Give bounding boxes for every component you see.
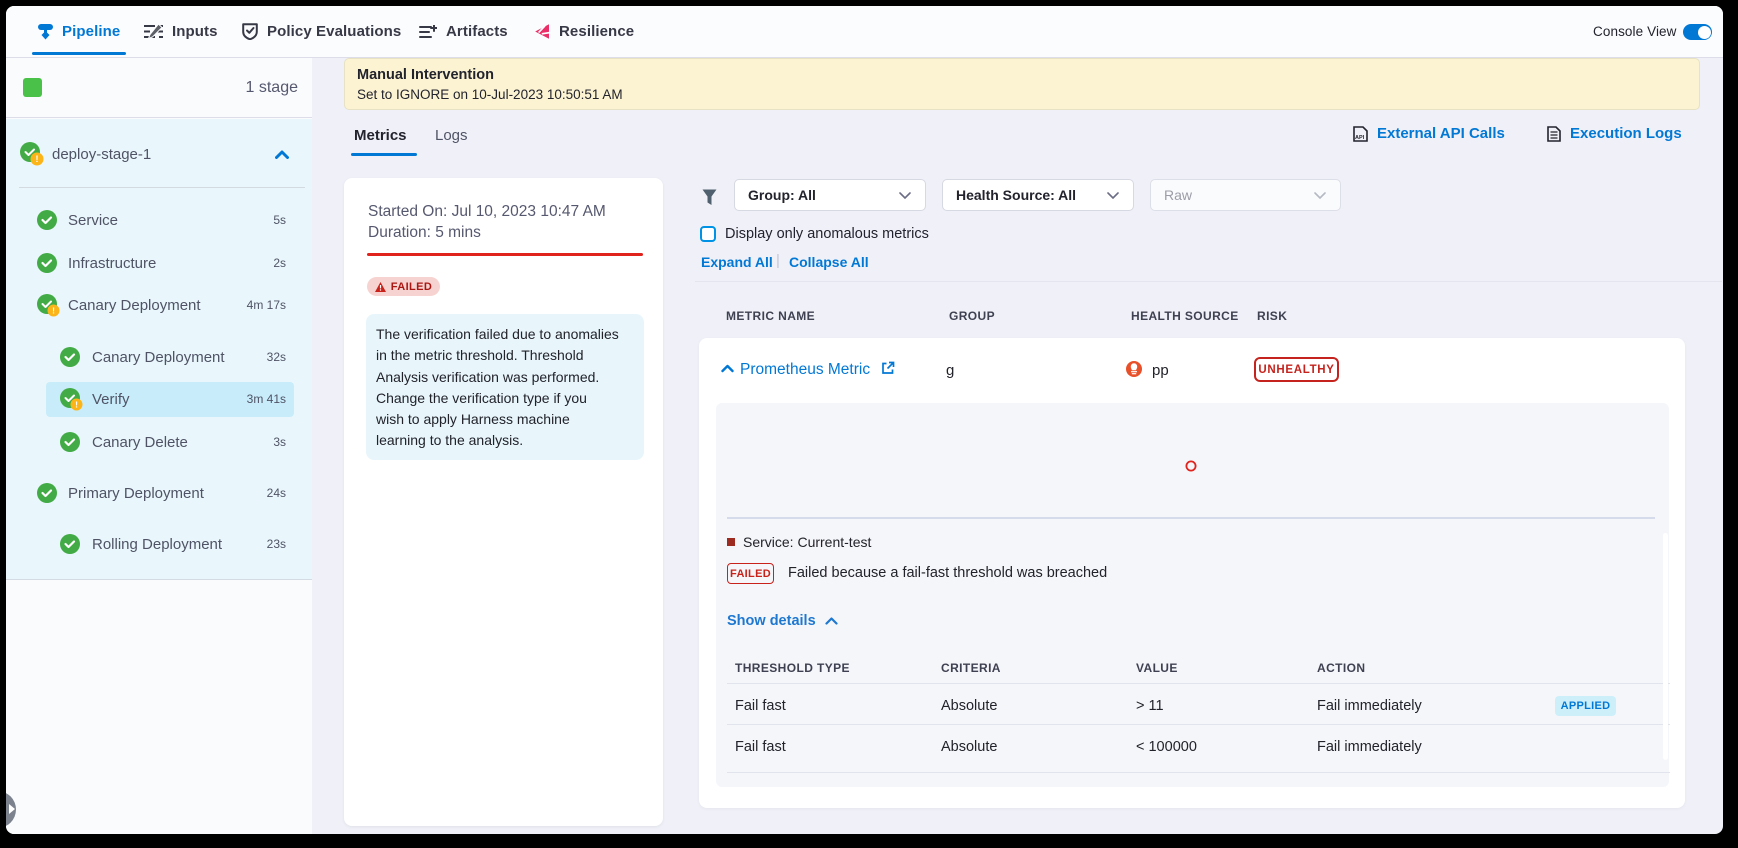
svg-text:API: API	[1355, 135, 1365, 141]
svg-text:!: !	[52, 305, 55, 315]
svg-text:!: !	[75, 399, 78, 409]
svg-text:!: !	[36, 154, 39, 164]
